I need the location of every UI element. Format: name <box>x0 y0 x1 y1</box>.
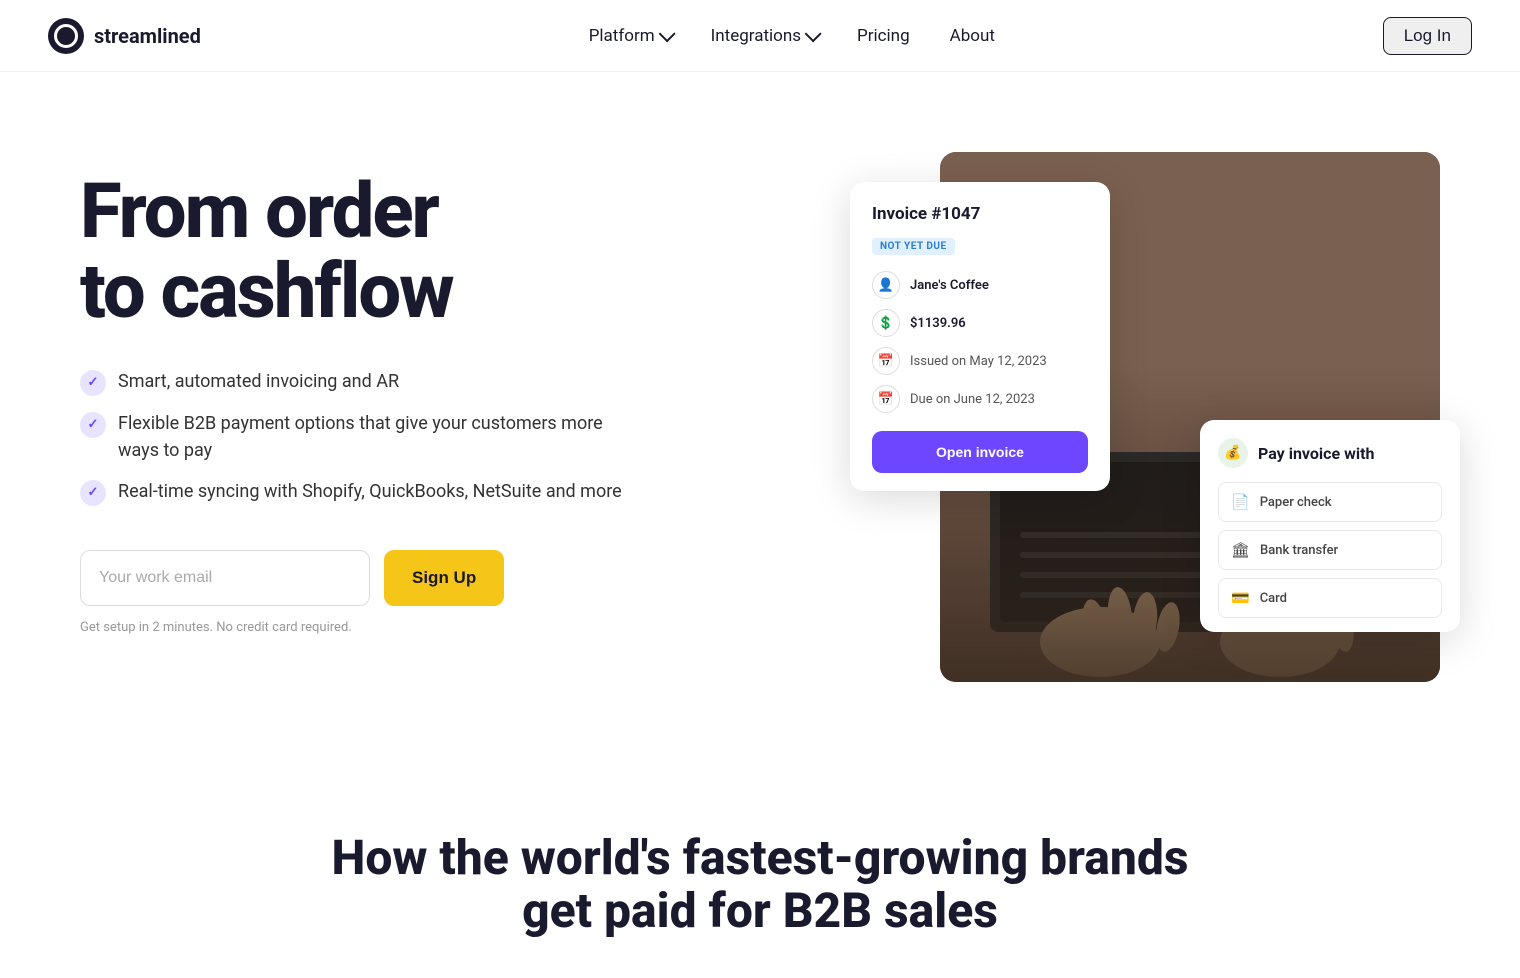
integrations-chevron-icon <box>805 25 822 42</box>
bottom-heading-line1: How the world's fastest-growing brands <box>332 829 1189 886</box>
pay-card-title-text: Pay invoice with <box>1258 444 1374 463</box>
dollar-icon: 💲 <box>872 309 900 337</box>
email-input[interactable] <box>80 550 370 606</box>
person-icon: 👤 <box>872 271 900 299</box>
pay-option-bank-label: Bank transfer <box>1260 543 1338 558</box>
nav-integrations[interactable]: Integrations <box>711 26 817 46</box>
platform-chevron-icon <box>658 25 675 42</box>
open-invoice-button[interactable]: Open invoice <box>872 431 1088 473</box>
check-icon-1 <box>80 370 106 396</box>
bank-icon: 🏛 <box>1231 541 1250 559</box>
check-payment-icon: 📄 <box>1231 493 1250 511</box>
hero-heading: From order to cashflow <box>80 172 640 332</box>
invoice-rows: 👤 Jane's Coffee 💲 $1139.96 📅 Issued on M… <box>872 271 1088 413</box>
calendar-icon-issued: 📅 <box>872 347 900 375</box>
calendar-icon-due: 📅 <box>872 385 900 413</box>
invoice-client: Jane's Coffee <box>910 278 989 293</box>
invoice-title: Invoice #1047 <box>872 204 1088 224</box>
pay-option-check[interactable]: 📄 Paper check <box>1218 482 1442 522</box>
hero-heading-line2: to cashflow <box>80 246 453 336</box>
feature-3-text: Real-time syncing with Shopify, QuickBoo… <box>118 478 622 505</box>
hero-cta: Sign Up <box>80 550 640 606</box>
logo-icon <box>48 18 84 54</box>
pay-option-card-label: Card <box>1260 591 1287 606</box>
hero-illustration: Invoice #1047 NOT YET DUE 👤 Jane's Coffe… <box>880 152 1440 692</box>
feature-2-text: Flexible B2B payment options that give y… <box>118 410 640 464</box>
card-icon: 💳 <box>1231 589 1250 607</box>
invoice-issued-row: 📅 Issued on May 12, 2023 <box>872 347 1088 375</box>
feature-3: Real-time syncing with Shopify, QuickBoo… <box>80 478 640 506</box>
hero-section: From order to cashflow Smart, automated … <box>0 72 1520 772</box>
bottom-heading: How the world's fastest-growing brands g… <box>48 832 1472 938</box>
bottom-section: How the world's fastest-growing brands g… <box>0 772 1520 978</box>
invoice-issued: Issued on May 12, 2023 <box>910 354 1047 369</box>
invoice-card: Invoice #1047 NOT YET DUE 👤 Jane's Coffe… <box>850 182 1110 491</box>
invoice-due: Due on June 12, 2023 <box>910 392 1035 407</box>
navbar: streamlined Platform Integrations Pricin… <box>0 0 1520 72</box>
nav-platform[interactable]: Platform <box>589 26 671 46</box>
hero-left: From order to cashflow Smart, automated … <box>80 152 640 635</box>
invoice-amount: $1139.96 <box>910 316 966 331</box>
pay-card-title: 💰 Pay invoice with <box>1218 438 1442 468</box>
invoice-due-row: 📅 Due on June 12, 2023 <box>872 385 1088 413</box>
feature-1: Smart, automated invoicing and AR <box>80 368 640 396</box>
signup-button[interactable]: Sign Up <box>384 550 504 606</box>
pay-options-list: 📄 Paper check 🏛 Bank transfer 💳 Card <box>1218 482 1442 618</box>
hero-heading-line1: From order <box>80 166 438 256</box>
hero-features-list: Smart, automated invoicing and AR Flexib… <box>80 368 640 506</box>
feature-2: Flexible B2B payment options that give y… <box>80 410 640 464</box>
nav-links: Platform Integrations Pricing About <box>589 26 995 46</box>
pay-option-card[interactable]: 💳 Card <box>1218 578 1442 618</box>
logo-text: streamlined <box>94 24 201 48</box>
check-icon-3 <box>80 480 106 506</box>
check-icon-2 <box>80 412 106 438</box>
feature-1-text: Smart, automated invoicing and AR <box>118 368 399 395</box>
logo[interactable]: streamlined <box>48 18 201 54</box>
invoice-amount-row: 💲 $1139.96 <box>872 309 1088 337</box>
pay-card: 💰 Pay invoice with 📄 Paper check 🏛 Bank … <box>1200 420 1460 632</box>
pay-option-bank[interactable]: 🏛 Bank transfer <box>1218 530 1442 570</box>
hero-note: Get setup in 2 minutes. No credit card r… <box>80 620 640 635</box>
invoice-badge: NOT YET DUE <box>872 238 955 255</box>
nav-pricing[interactable]: Pricing <box>857 26 910 46</box>
login-button[interactable]: Log In <box>1383 17 1472 55</box>
nav-about[interactable]: About <box>950 26 995 46</box>
pay-option-check-label: Paper check <box>1260 495 1332 510</box>
invoice-client-row: 👤 Jane's Coffee <box>872 271 1088 299</box>
pay-dollar-icon: 💰 <box>1218 438 1248 468</box>
bottom-heading-line2: get paid for B2B sales <box>522 882 998 939</box>
